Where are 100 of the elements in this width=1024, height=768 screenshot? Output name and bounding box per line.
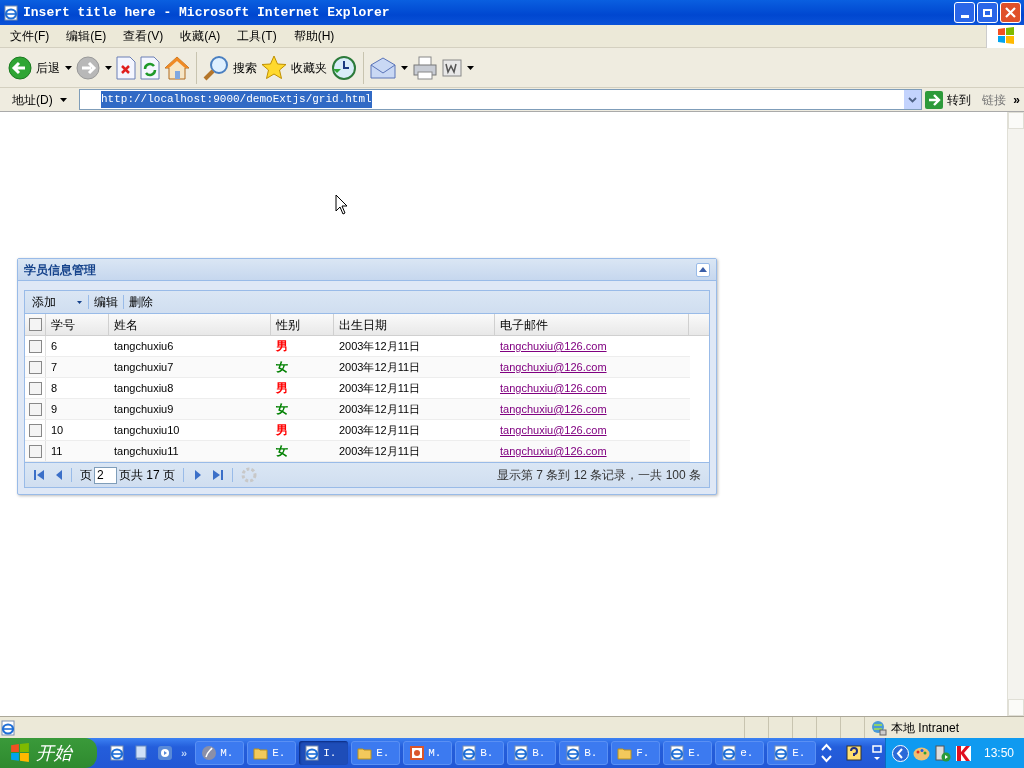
gender-text: 女 [276, 443, 288, 460]
column-header[interactable]: 学号 [46, 314, 109, 335]
checkbox[interactable] [28, 360, 42, 374]
email-link[interactable]: tangchuxiu@126.com [500, 421, 607, 439]
address-label: 地址(D) [11, 91, 54, 109]
menu-item[interactable]: 文件(F) [10, 27, 50, 45]
restore-windows-icon[interactable] [870, 745, 885, 761]
table-row[interactable]: 6 tangchuxiu6 男 2003年12月11日 tangchuxiu@126.com [25, 336, 690, 357]
back-button[interactable]: 后退 [8, 55, 60, 80]
column-header[interactable]: 姓名 [109, 314, 271, 335]
toolbar-button[interactable]: 删除 [129, 293, 153, 311]
toolbar-button[interactable]: 添加 [32, 293, 56, 311]
network-globe-icon [871, 719, 887, 736]
minimize-button[interactable] [954, 2, 975, 23]
email-link[interactable]: tangchuxiu@126.com [500, 400, 607, 418]
ie-icon [669, 745, 686, 761]
mail-button[interactable] [370, 56, 396, 79]
email-link[interactable]: tangchuxiu@126.com [500, 358, 607, 376]
table-cell-text: tangchuxiu6 [113, 338, 175, 354]
go-button[interactable]: 转到 [922, 90, 975, 109]
ie-icon [109, 745, 125, 761]
column-header[interactable]: 性别 [271, 314, 334, 335]
ie-icon [304, 745, 321, 761]
dropdown-arrow-icon[interactable] [60, 97, 67, 102]
previous-page-icon[interactable] [55, 469, 63, 481]
help-icon[interactable] [846, 745, 863, 761]
menu-item[interactable]: 收藏(A) [180, 27, 221, 45]
checkbox[interactable] [28, 318, 42, 331]
email-link[interactable]: tangchuxiu@126.com [500, 337, 607, 355]
close-button[interactable] [1000, 2, 1021, 23]
dropdown-arrow-icon[interactable] [77, 300, 82, 304]
search-button[interactable]: 搜索 [203, 54, 257, 81]
checkbox[interactable] [28, 444, 42, 458]
scroll-down-icon[interactable] [820, 753, 834, 765]
scroll-up-icon[interactable] [820, 741, 834, 753]
table-cell-text: 6 [50, 338, 59, 354]
table-row[interactable]: 8 tangchuxiu8 男 2003年12月11日 tangchuxiu@126.com [25, 378, 690, 399]
media-player-icon [157, 745, 173, 761]
checkbox[interactable] [28, 423, 42, 437]
start-button[interactable]: 开始 [0, 738, 97, 768]
taskbar-button[interactable]: B. [455, 741, 505, 765]
taskbar-button[interactable]: E. [767, 741, 817, 765]
gender-text: 男 [276, 338, 288, 355]
home-button[interactable] [164, 55, 190, 80]
taskbar-button[interactable]: B. [507, 741, 557, 765]
page-label: 页 [80, 467, 92, 484]
word-button[interactable] [442, 57, 462, 78]
checkbox[interactable] [28, 339, 42, 353]
taskbar-button[interactable]: M. [403, 741, 453, 765]
restore-button[interactable] [977, 2, 998, 23]
menu-item[interactable]: 工具(T) [237, 27, 277, 45]
quick-launch-button[interactable] [157, 745, 173, 761]
favorites-button[interactable]: 收藏夹 [261, 54, 327, 81]
server-play-icon[interactable] [933, 744, 951, 762]
taskbar-button[interactable]: e. [715, 741, 765, 765]
stop-button[interactable] [116, 55, 136, 80]
quick-launch-button[interactable] [133, 745, 149, 761]
first-page-icon[interactable] [33, 469, 45, 481]
taskbar-button[interactable]: E. [247, 741, 297, 765]
taskbar-button[interactable]: M. [195, 741, 245, 765]
column-header[interactable]: 电子邮件 [495, 314, 689, 335]
mouse-cursor-icon [335, 194, 348, 215]
email-link[interactable]: tangchuxiu@126.com [500, 379, 607, 397]
last-page-icon[interactable] [212, 469, 224, 481]
dropdown-arrow-icon[interactable] [467, 65, 474, 70]
toolbar-button[interactable]: 编辑 [94, 293, 118, 311]
taskbar-button[interactable]: E. [351, 741, 401, 765]
checkbox[interactable] [28, 402, 42, 416]
dropdown-arrow-icon[interactable] [65, 65, 72, 70]
address-field[interactable]: http://localhost:9000/demoExtjs/grid.html [79, 89, 923, 110]
collapse-button[interactable] [696, 262, 710, 277]
quick-launch-button[interactable] [109, 745, 125, 761]
vertical-scrollbar[interactable] [1007, 112, 1024, 716]
more-chevron[interactable]: » [181, 744, 188, 762]
taskbar-button[interactable]: F. [611, 741, 661, 765]
menu-item[interactable]: 编辑(E) [66, 27, 107, 45]
next-page-icon[interactable] [194, 469, 202, 481]
menu-item[interactable]: 帮助(H) [293, 27, 335, 45]
collapse-tray-icon[interactable] [891, 744, 909, 762]
table-row[interactable]: 9 tangchuxiu9 女 2003年12月11日 tangchuxiu@126.com [25, 399, 690, 420]
taskbar-button[interactable]: I. [299, 741, 349, 765]
taskbar-button[interactable]: B. [559, 741, 609, 765]
folder-icon [617, 745, 634, 761]
dropdown-arrow-icon[interactable] [401, 65, 408, 70]
table-row[interactable]: 10 tangchuxiu10 男 2003年12月11日 tangchuxiu@126.com [25, 420, 690, 441]
column-header[interactable]: 出生日期 [334, 314, 495, 335]
dropdown-button[interactable] [904, 90, 922, 109]
table-row[interactable]: 7 tangchuxiu7 女 2003年12月11日 tangchuxiu@126.com [25, 357, 690, 378]
k-shield-icon[interactable] [954, 744, 972, 762]
menu-item[interactable]: 查看(V) [123, 27, 164, 45]
more-chevron[interactable]: » [1013, 90, 1020, 109]
page-number-field[interactable]: 2 [94, 466, 117, 484]
history-clock-icon [331, 54, 357, 81]
email-link[interactable]: tangchuxiu@126.com [500, 442, 607, 460]
history-button[interactable] [331, 54, 357, 81]
dropdown-arrow-icon[interactable] [105, 65, 112, 70]
taskbar-button[interactable]: E. [663, 741, 713, 765]
links-label[interactable]: 链接 [982, 90, 1007, 109]
table-row[interactable]: 11 tangchuxiu11 女 2003年12月11日 tangchuxiu@126.com [25, 441, 690, 462]
checkbox[interactable] [28, 381, 42, 395]
